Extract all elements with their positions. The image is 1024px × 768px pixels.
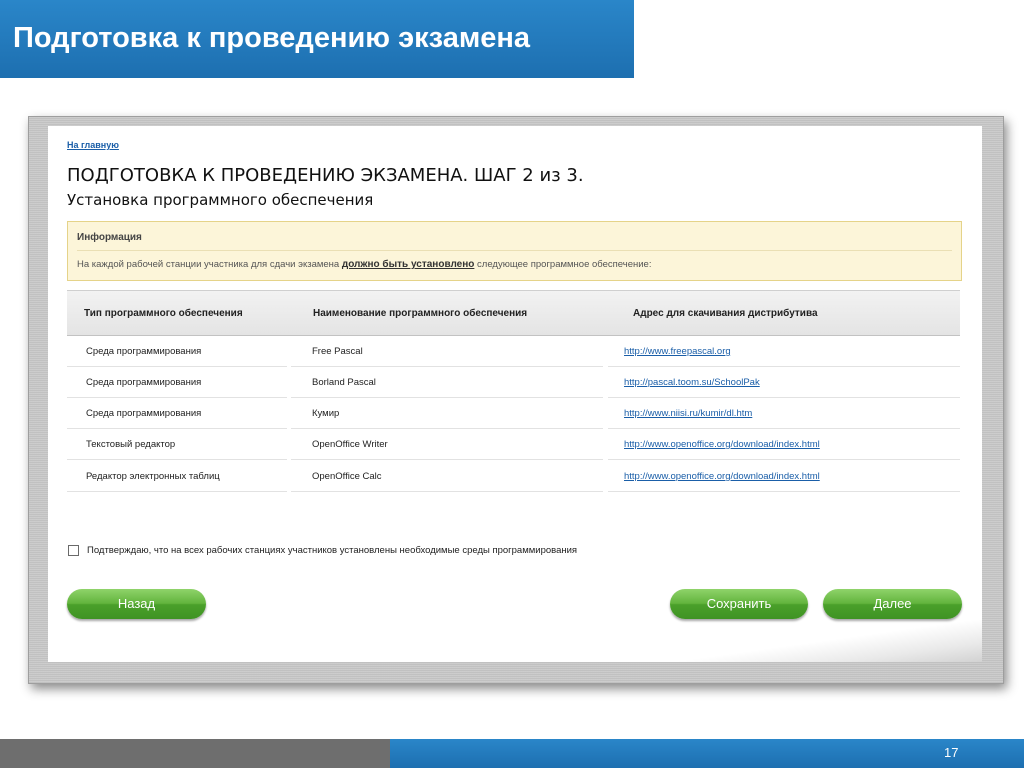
save-button[interactable]: Сохранить bbox=[670, 589, 808, 619]
slide-page-number: 17 bbox=[944, 745, 959, 760]
row-divider bbox=[67, 491, 287, 492]
cell-download-link[interactable]: http://pascal.toom.su/SchoolPak bbox=[624, 377, 760, 388]
info-box: Информация На каждой рабочей станции уча… bbox=[67, 221, 962, 281]
page-subheading: Установка программного обеспечения bbox=[67, 191, 374, 209]
cell-download-link[interactable]: http://www.openoffice.org/download/index… bbox=[624, 439, 820, 450]
table-row: Среда программирования Кумир http://www.… bbox=[67, 398, 960, 429]
web-page: На главную ПОДГОТОВКА К ПРОВЕДЕНИЮ ЭКЗАМ… bbox=[48, 126, 982, 662]
cell-type: Среда программирования bbox=[86, 377, 202, 388]
info-text-start: На каждой рабочей станции участника для … bbox=[77, 259, 342, 270]
row-divider bbox=[291, 459, 603, 460]
table-row: Текстовый редактор OpenOffice Writer htt… bbox=[67, 429, 960, 460]
cell-name: Кумир bbox=[312, 408, 340, 419]
row-divider bbox=[608, 459, 960, 460]
column-header-type: Тип программного обеспечения bbox=[84, 308, 243, 319]
cell-download-link[interactable]: http://www.openoffice.org/download/index… bbox=[624, 471, 820, 482]
cell-name: Borland Pascal bbox=[312, 377, 376, 388]
info-title: Информация bbox=[77, 232, 142, 243]
table-row: Редактор электронных таблиц OpenOffice C… bbox=[67, 461, 960, 492]
info-text-emphasis: должно быть установлено bbox=[341, 259, 475, 270]
next-button[interactable]: Далее bbox=[823, 589, 962, 619]
row-divider bbox=[291, 491, 603, 492]
slide-title: Подготовка к проведению экзамена bbox=[13, 22, 531, 54]
cell-name: OpenOffice Calc bbox=[312, 471, 382, 482]
row-divider bbox=[67, 459, 287, 460]
column-header-url: Адрес для скачивания дистрибутива bbox=[633, 308, 818, 319]
cell-type: Среда программирования bbox=[86, 346, 202, 357]
footer-bar-right bbox=[390, 739, 1024, 768]
confirm-label[interactable]: Подтверждаю, что на всех рабочих станция… bbox=[87, 545, 577, 556]
back-button[interactable]: Назад bbox=[67, 589, 206, 619]
page-curl-shadow bbox=[662, 620, 982, 662]
cell-type: Редактор электронных таблиц bbox=[86, 471, 220, 482]
cell-name: Free Pascal bbox=[312, 346, 363, 357]
home-link[interactable]: На главную bbox=[67, 140, 119, 150]
table-row: Среда программирования Borland Pascal ht… bbox=[67, 367, 960, 398]
info-text: На каждой рабочей станции участника для … bbox=[77, 259, 651, 270]
page-heading: ПОДГОТОВКА К ПРОВЕДЕНИЮ ЭКЗАМЕНА. ШАГ 2 … bbox=[67, 165, 584, 186]
column-header-name: Наименование программного обеспечения bbox=[313, 308, 528, 319]
cell-download-link[interactable]: http://www.niisi.ru/kumir/dl.htm bbox=[624, 408, 752, 419]
cell-download-link[interactable]: http://www.freepascal.org bbox=[624, 346, 731, 357]
table-row: Среда программирования Free Pascal http:… bbox=[67, 336, 960, 367]
cell-type: Текстовый редактор bbox=[86, 439, 176, 450]
footer-bar-left bbox=[0, 739, 390, 768]
slide-title-bar: Подготовка к проведению экзамена bbox=[0, 0, 634, 78]
info-divider bbox=[77, 250, 952, 251]
cell-name: OpenOffice Writer bbox=[312, 439, 388, 450]
confirm-checkbox[interactable] bbox=[68, 545, 79, 556]
software-table-header: Тип программного обеспечения Наименовани… bbox=[67, 290, 960, 336]
row-divider bbox=[608, 491, 960, 492]
info-text-end: следующее программное обеспечение: bbox=[474, 259, 652, 270]
cell-type: Среда программирования bbox=[86, 408, 202, 419]
